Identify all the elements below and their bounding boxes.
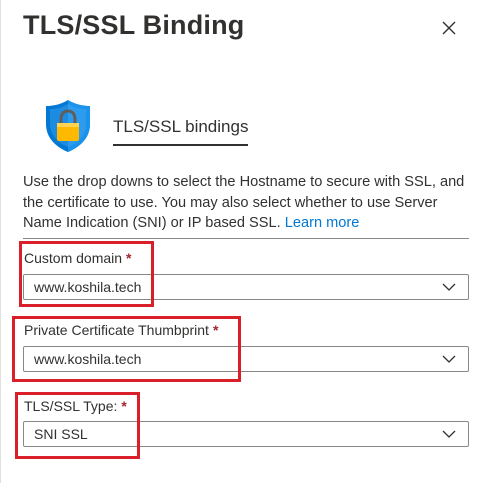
section-description: Use the drop downs to select the Hostnam… bbox=[23, 172, 473, 234]
tls-ssl-type-label-text: TLS/SSL Type: bbox=[24, 398, 118, 414]
custom-domain-value: www.koshila.tech bbox=[34, 279, 142, 295]
description-text: Use the drop downs to select the Hostnam… bbox=[23, 174, 465, 231]
chevron-down-icon bbox=[442, 283, 456, 291]
chevron-down-icon bbox=[442, 430, 456, 438]
certificate-thumbprint-value: www.koshila.tech bbox=[34, 351, 142, 367]
divider bbox=[23, 238, 469, 239]
tls-ssl-type-label: TLS/SSL Type: * bbox=[24, 398, 127, 414]
required-marker: * bbox=[126, 250, 132, 266]
certificate-thumbprint-label: Private Certificate Thumbprint * bbox=[24, 322, 218, 338]
required-marker: * bbox=[212, 322, 219, 338]
chevron-down-icon bbox=[442, 355, 456, 363]
shield-lock-icon bbox=[46, 100, 90, 152]
certificate-thumbprint-label-text: Private Certificate Thumbprint bbox=[24, 322, 209, 338]
panel-title: TLS/SSL Binding bbox=[23, 10, 245, 40]
tls-ssl-type-value: SNI SSL bbox=[34, 426, 88, 442]
section-heading: TLS/SSL bindings bbox=[113, 117, 249, 146]
close-icon bbox=[442, 21, 456, 35]
close-button[interactable] bbox=[437, 16, 461, 40]
tls-ssl-type-dropdown[interactable]: SNI SSL bbox=[23, 421, 469, 447]
custom-domain-label: Custom domain * bbox=[24, 250, 132, 266]
custom-domain-label-text: Custom domain bbox=[24, 250, 123, 266]
custom-domain-dropdown[interactable]: www.koshila.tech bbox=[23, 274, 469, 300]
certificate-thumbprint-dropdown[interactable]: www.koshila.tech bbox=[23, 346, 469, 372]
required-marker: * bbox=[121, 398, 127, 414]
tls-ssl-binding-panel: TLS/SSL Binding TLS/SSL bindings Use the… bbox=[0, 0, 484, 483]
learn-more-link[interactable]: Learn more bbox=[285, 215, 360, 231]
